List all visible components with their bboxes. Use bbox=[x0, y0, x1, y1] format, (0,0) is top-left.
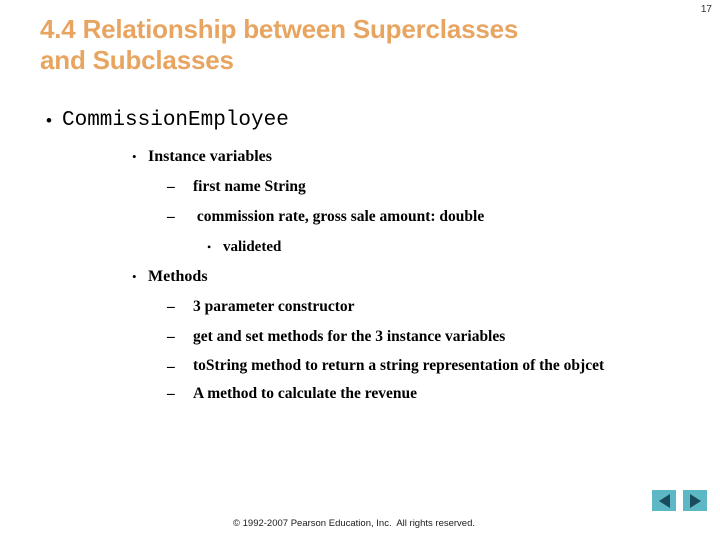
outline-item-commission-rate-label: commission rate, gross sale amount: doub… bbox=[193, 208, 485, 225]
outline-item-get-set-methods-label: get and set methods for the 3 instance v… bbox=[193, 328, 506, 345]
outline-item-methods: • Methods bbox=[0, 262, 720, 292]
copyright-notice: © 1992-2007 Pearson Education, Inc. All … bbox=[233, 518, 475, 529]
slide-title-line-1: 4.4 Relationship between Superclasses bbox=[40, 14, 519, 44]
outline-item-get-set-methods: – get and set methods for the 3 instance… bbox=[0, 322, 720, 352]
outline-item-3-parameter-constructor-label: 3 parameter constructor bbox=[193, 298, 355, 315]
dash-glyph-icon: – bbox=[167, 328, 175, 345]
slide-body-outline: • CommissionEmployee • Instance variable… bbox=[0, 106, 720, 409]
slide-title-line-2: and Subclasses bbox=[40, 45, 234, 75]
outline-item-methods-label: Methods bbox=[148, 268, 208, 285]
outline-item-calculate-revenue: – A method to calculate the revenue bbox=[0, 379, 720, 409]
previous-slide-button[interactable] bbox=[652, 490, 676, 511]
outline-item-commission-employee-label: CommissionEmployee bbox=[62, 109, 289, 132]
triangle-right-icon bbox=[689, 493, 701, 508]
outline-item-tostring-method: – toString method to return a string rep… bbox=[0, 352, 720, 379]
outline-item-first-name-string: – first name String bbox=[0, 172, 720, 202]
outline-item-instance-variables: • Instance variables bbox=[0, 142, 720, 172]
triangle-left-icon bbox=[658, 493, 670, 508]
outline-item-valideted-label: valideted bbox=[223, 239, 282, 255]
outline-item-calculate-revenue-label: A method to calculate the revenue bbox=[193, 385, 417, 402]
dash-glyph-icon: – bbox=[167, 358, 175, 375]
outline-item-commission-rate: – commission rate, gross sale amount: do… bbox=[0, 202, 720, 232]
slide-navigation bbox=[652, 490, 708, 512]
bullet-glyph-icon: • bbox=[132, 149, 137, 164]
bullet-glyph-icon: • bbox=[132, 269, 137, 284]
slide-canvas: 17 4.4 Relationship between Superclasses… bbox=[0, 0, 720, 540]
outline-item-first-name-string-label: first name String bbox=[193, 178, 306, 195]
outline-item-tostring-method-label: toString method to return a string repre… bbox=[193, 357, 605, 374]
outline-item-valideted: • valideted bbox=[0, 232, 720, 262]
page-number: 17 bbox=[700, 4, 712, 15]
outline-item-3-parameter-constructor: – 3 parameter constructor bbox=[0, 292, 720, 322]
dash-glyph-icon: – bbox=[167, 178, 175, 195]
outline-item-commission-employee: • CommissionEmployee bbox=[0, 106, 720, 136]
dash-glyph-icon: – bbox=[167, 208, 175, 225]
dash-glyph-icon: – bbox=[167, 298, 175, 315]
dash-glyph-icon: – bbox=[167, 385, 175, 402]
bullet-glyph-icon: • bbox=[46, 111, 52, 130]
slide-title: 4.4 Relationship between Superclasses an… bbox=[40, 14, 670, 76]
outline-item-instance-variables-label: Instance variables bbox=[148, 148, 272, 165]
bullet-glyph-icon: • bbox=[207, 240, 212, 254]
next-slide-button[interactable] bbox=[683, 490, 707, 511]
